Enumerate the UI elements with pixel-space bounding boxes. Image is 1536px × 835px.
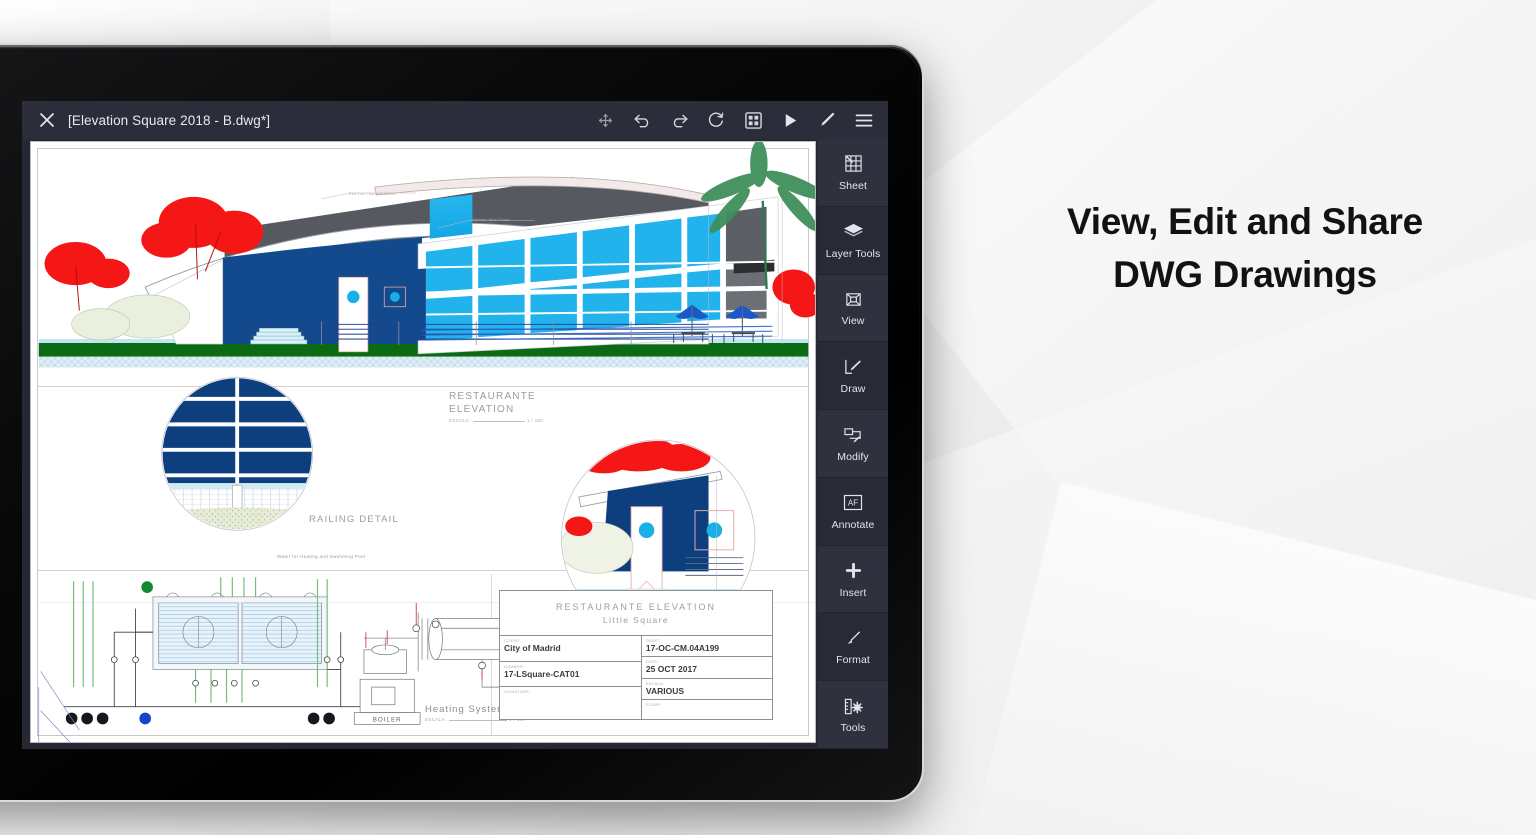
plus-icon xyxy=(844,560,863,582)
railing-detail-title: RAILING DETAIL xyxy=(309,514,400,525)
menu-icon[interactable] xyxy=(854,110,874,130)
app-titlebar: [Elevation Square 2018 - B.dwg*] xyxy=(22,101,888,139)
title-block-row: ESCALA: VARIOUS xyxy=(641,679,772,700)
elevation-scale: ESCALA : 1 / 150 xyxy=(449,418,544,423)
svg-text:BOILER: BOILER xyxy=(373,716,402,723)
redo-icon[interactable] xyxy=(669,110,689,130)
sheet-icon xyxy=(844,153,863,175)
app-body: BOILER RESTAURANTE ELEVATION ESCALA: 1 … xyxy=(22,139,888,749)
sidebar-label: Draw xyxy=(840,383,866,396)
title-block-heading-1: RESTAURANTE ELEVATION xyxy=(555,601,717,612)
sidebar-label: Insert xyxy=(839,586,867,599)
sidebar-item-insert[interactable]: Insert xyxy=(818,545,888,614)
sidebar-label: Format xyxy=(836,654,870,667)
sidebar-item-format[interactable]: Format xyxy=(818,613,888,682)
pencil-icon[interactable] xyxy=(817,110,837,130)
sidebar-item-view[interactable]: View xyxy=(818,274,888,343)
dwg-sheet: BOILER RESTAURANTE ELEVATION ESCALA: 1 … xyxy=(31,142,815,742)
drawing-canvas[interactable]: BOILER RESTAURANTE ELEVATION ESCALA: 1 … xyxy=(22,139,818,749)
elevation-view-title: RESTAURANTE ELEVATION ESCALA : 1 / 150 xyxy=(449,391,543,424)
sidebar-label: Annotate xyxy=(831,518,875,531)
title-block-row: DRAFT: 17-OC-CM.04A199 xyxy=(641,636,772,658)
title-block-row: STAMP: xyxy=(645,701,662,707)
annotate-icon: AF xyxy=(843,492,863,514)
close-icon[interactable] xyxy=(30,103,64,137)
cube-icon xyxy=(844,288,863,310)
tablet-screen: [Elevation Square 2018 - B.dwg*] BOILER … xyxy=(22,101,888,749)
svg-text:AF: AF xyxy=(848,499,858,508)
marketing-headline: View, Edit and Share DWG Drawings xyxy=(1000,196,1490,301)
sidebar-item-draw[interactable]: Draw xyxy=(818,342,888,411)
draw-pencil-icon xyxy=(843,356,863,378)
sidebar-label: Modify xyxy=(837,451,869,464)
cad-application: [Elevation Square 2018 - B.dwg*] BOILER … xyxy=(22,101,888,749)
undo-icon[interactable] xyxy=(632,110,652,130)
grid-icon[interactable] xyxy=(743,110,763,130)
roof-note: Red Zinc Charcoal 140mm xyxy=(349,192,397,196)
titlebar-toolbar xyxy=(595,110,880,130)
title-block-row: SIGNATURE: xyxy=(504,689,531,695)
modify-icon xyxy=(843,424,864,446)
headline-line-1: View, Edit and Share xyxy=(1067,201,1423,242)
refresh-icon[interactable] xyxy=(706,110,726,130)
tablet-device: [Elevation Square 2018 - B.dwg*] BOILER … xyxy=(0,43,924,802)
sidebar-item-sheet[interactable]: Sheet xyxy=(818,139,888,207)
title-block-row: DATE: 25 OCT 2017 xyxy=(641,657,772,679)
schematic-heading: Water for Heating and Swimming Pool xyxy=(277,554,366,559)
title-block-row: NUMBER: 17-LSquare-CAT01 xyxy=(500,662,641,688)
wall-note: Stainless Steel Sheet xyxy=(471,218,510,222)
brush-icon xyxy=(843,627,863,649)
play-icon[interactable] xyxy=(780,110,800,130)
sidebar-label: Sheet xyxy=(839,179,867,192)
sidebar-item-modify[interactable]: Modify xyxy=(818,410,888,478)
title-block: RESTAURANTE ELEVATION Little Square CLIE… xyxy=(499,590,773,720)
sidebar-label: View xyxy=(841,315,865,328)
document-title: [Elevation Square 2018 - B.dwg*] xyxy=(68,112,271,128)
sidebar-label: Layer Tools xyxy=(825,247,881,260)
pan-icon[interactable] xyxy=(595,110,615,130)
tool-sidebar: Sheet Layer Tools View Draw Modify AF An… xyxy=(818,139,888,749)
elevation-title-line2: ELEVATION xyxy=(449,403,515,415)
sidebar-item-tools[interactable]: Tools xyxy=(818,681,888,749)
tools-icon xyxy=(843,695,864,717)
drawing-paper[interactable]: BOILER RESTAURANTE ELEVATION ESCALA: 1 … xyxy=(30,141,816,743)
title-block-heading-2: Little Square xyxy=(603,614,669,625)
sidebar-item-annotate[interactable]: AF Annotate xyxy=(818,477,888,546)
elevation-title-line1: RESTAURANTE xyxy=(449,391,536,402)
sidebar-item-layer-tools[interactable]: Layer Tools xyxy=(818,206,888,275)
headline-line-2: DWG Drawings xyxy=(1113,253,1377,295)
layers-icon xyxy=(843,221,864,243)
title-block-row: CLIENT: City of Madrid xyxy=(500,636,641,662)
sidebar-label: Tools xyxy=(840,722,866,735)
